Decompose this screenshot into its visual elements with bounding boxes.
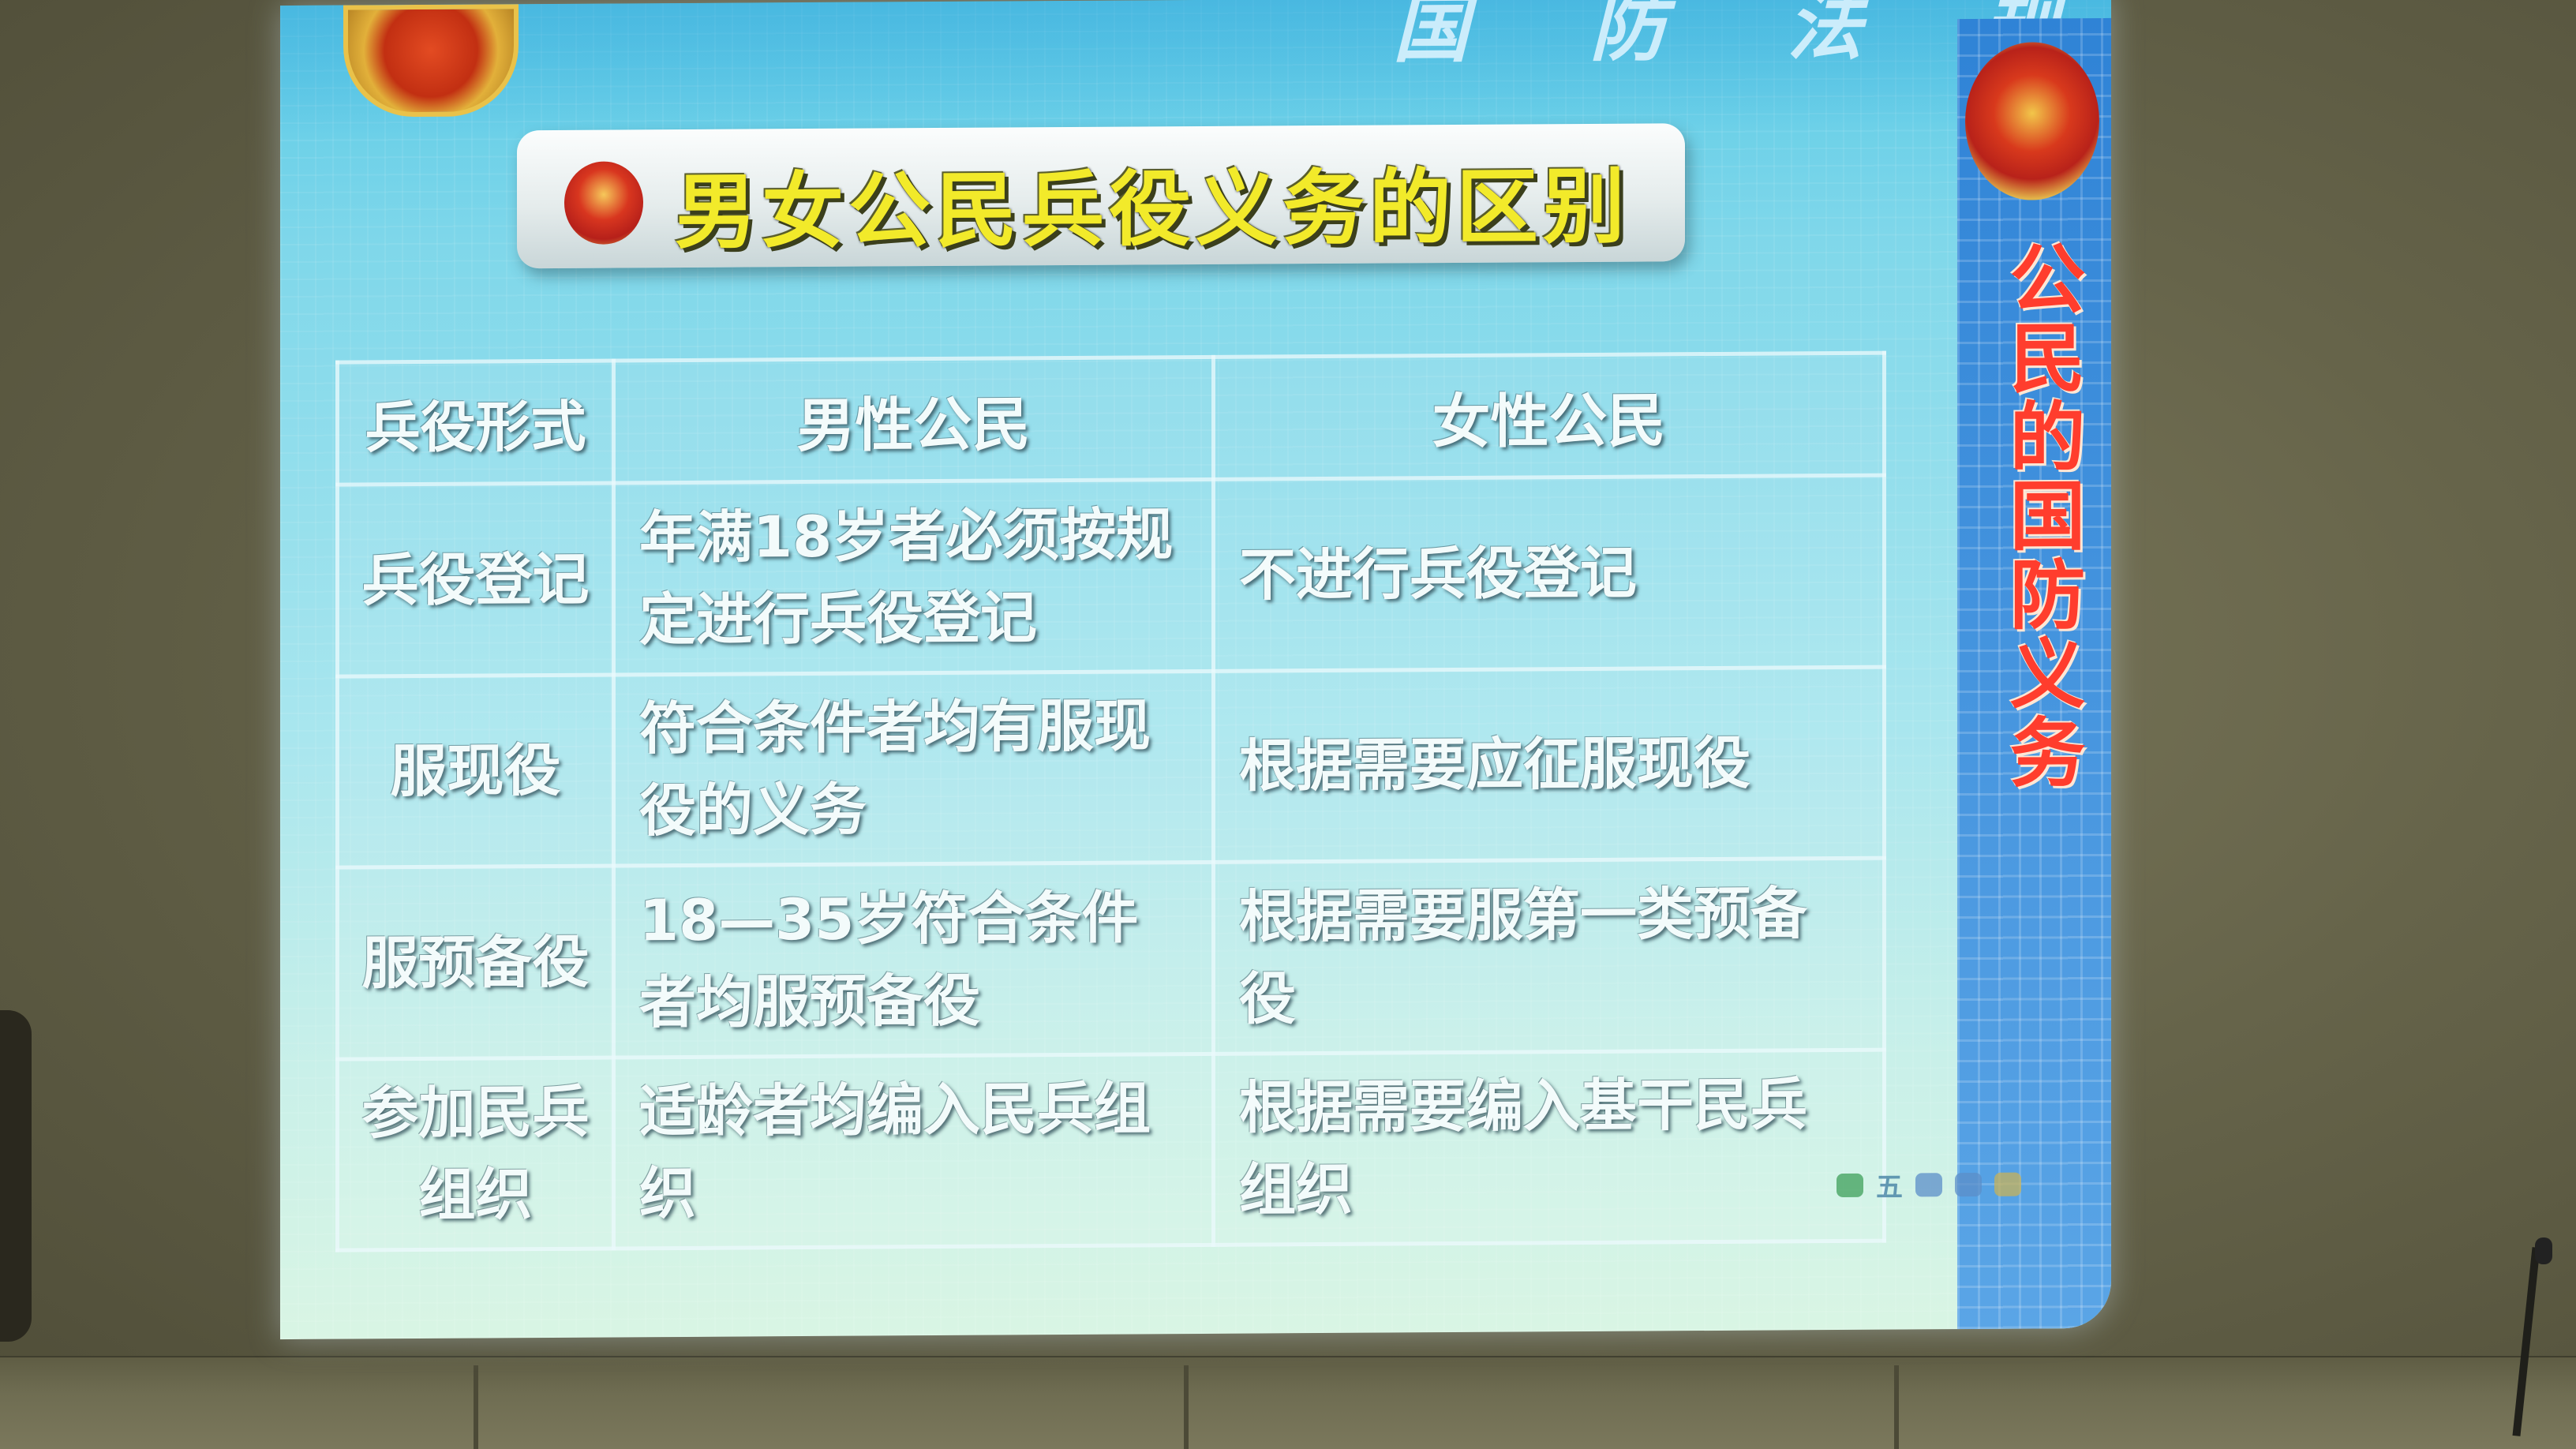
row-female-cell: 根据需要编入基干民兵组织 xyxy=(1213,1049,1885,1245)
wall-lower-panel xyxy=(0,1357,2576,1449)
row-form-cell: 服预备役 xyxy=(337,866,614,1059)
row-form-cell: 兵役登记 xyxy=(337,483,614,676)
row-female-cell: 根据需要服第一类预备役 xyxy=(1213,858,1885,1054)
header-male-citizens: 男性公民 xyxy=(613,357,1214,484)
header-female-citizens: 女性公民 xyxy=(1213,353,1885,480)
slide-title: 男女公民兵役义务的区别 xyxy=(675,158,1631,261)
audience-silhouette xyxy=(0,1010,32,1342)
microphone-icon xyxy=(2535,1237,2552,1264)
taskbar-tray: 五 xyxy=(1837,1165,2021,1204)
table-row: 兵役登记 年满18岁者必须按规定进行兵役登记 不进行兵役登记 xyxy=(337,475,1885,676)
tray-keyboard-icon[interactable] xyxy=(1955,1172,1982,1196)
tray-label[interactable]: 五 xyxy=(1876,1166,1903,1204)
tray-settings-icon[interactable] xyxy=(1994,1172,2021,1196)
row-male-cell: 适龄者均编入民兵组织 xyxy=(613,1053,1214,1249)
tray-app-icon[interactable] xyxy=(1837,1173,1863,1197)
table-row: 服预备役 18—35岁符合条件者均服预备役 根据需要服第一类预备役 xyxy=(337,858,1885,1059)
row-female-cell: 根据需要应征服现役 xyxy=(1213,666,1885,863)
row-male-cell: 符合条件者均有服现役的义务 xyxy=(613,670,1214,867)
wall-seam xyxy=(1894,1365,1899,1449)
military-service-table: 兵役形式 男性公民 女性公民 兵役登记 年满18岁者必须按规定进行兵役登记 不进… xyxy=(335,350,1886,1252)
table-row: 参加民兵组织 适龄者均编入民兵组织 根据需要编入基干民兵组织 xyxy=(337,1049,1885,1251)
row-female-cell: 不进行兵役登记 xyxy=(1213,475,1885,671)
title-banner: 男女公民兵役义务的区别 xyxy=(517,123,1685,269)
side-vertical-title: 公民的国防义务 xyxy=(1997,239,2086,792)
side-emblem-icon xyxy=(1965,42,2099,201)
row-form-cell: 服现役 xyxy=(337,674,614,868)
projected-slide: 国 防 法 规 男女公民兵役义务的区别 兵役形式 男性公民 女性公民 兵役登记 … xyxy=(280,0,2111,1340)
wall-seam xyxy=(474,1365,478,1449)
table-header-row: 兵役形式 男性公民 女性公民 xyxy=(337,353,1885,485)
header-service-form: 兵役形式 xyxy=(337,361,614,485)
table-row: 服现役 符合条件者均有服现役的义务 根据需要应征服现役 xyxy=(337,666,1885,868)
tray-moon-icon[interactable] xyxy=(1915,1172,1942,1196)
row-form-cell: 参加民兵组织 xyxy=(337,1057,614,1251)
row-male-cell: 18—35岁符合条件者均服预备役 xyxy=(613,862,1214,1058)
national-emblem-icon xyxy=(564,161,643,245)
wall-seam xyxy=(1184,1365,1189,1449)
emblem-icon xyxy=(343,4,519,118)
row-male-cell: 年满18岁者必须按规定进行兵役登记 xyxy=(613,479,1214,675)
